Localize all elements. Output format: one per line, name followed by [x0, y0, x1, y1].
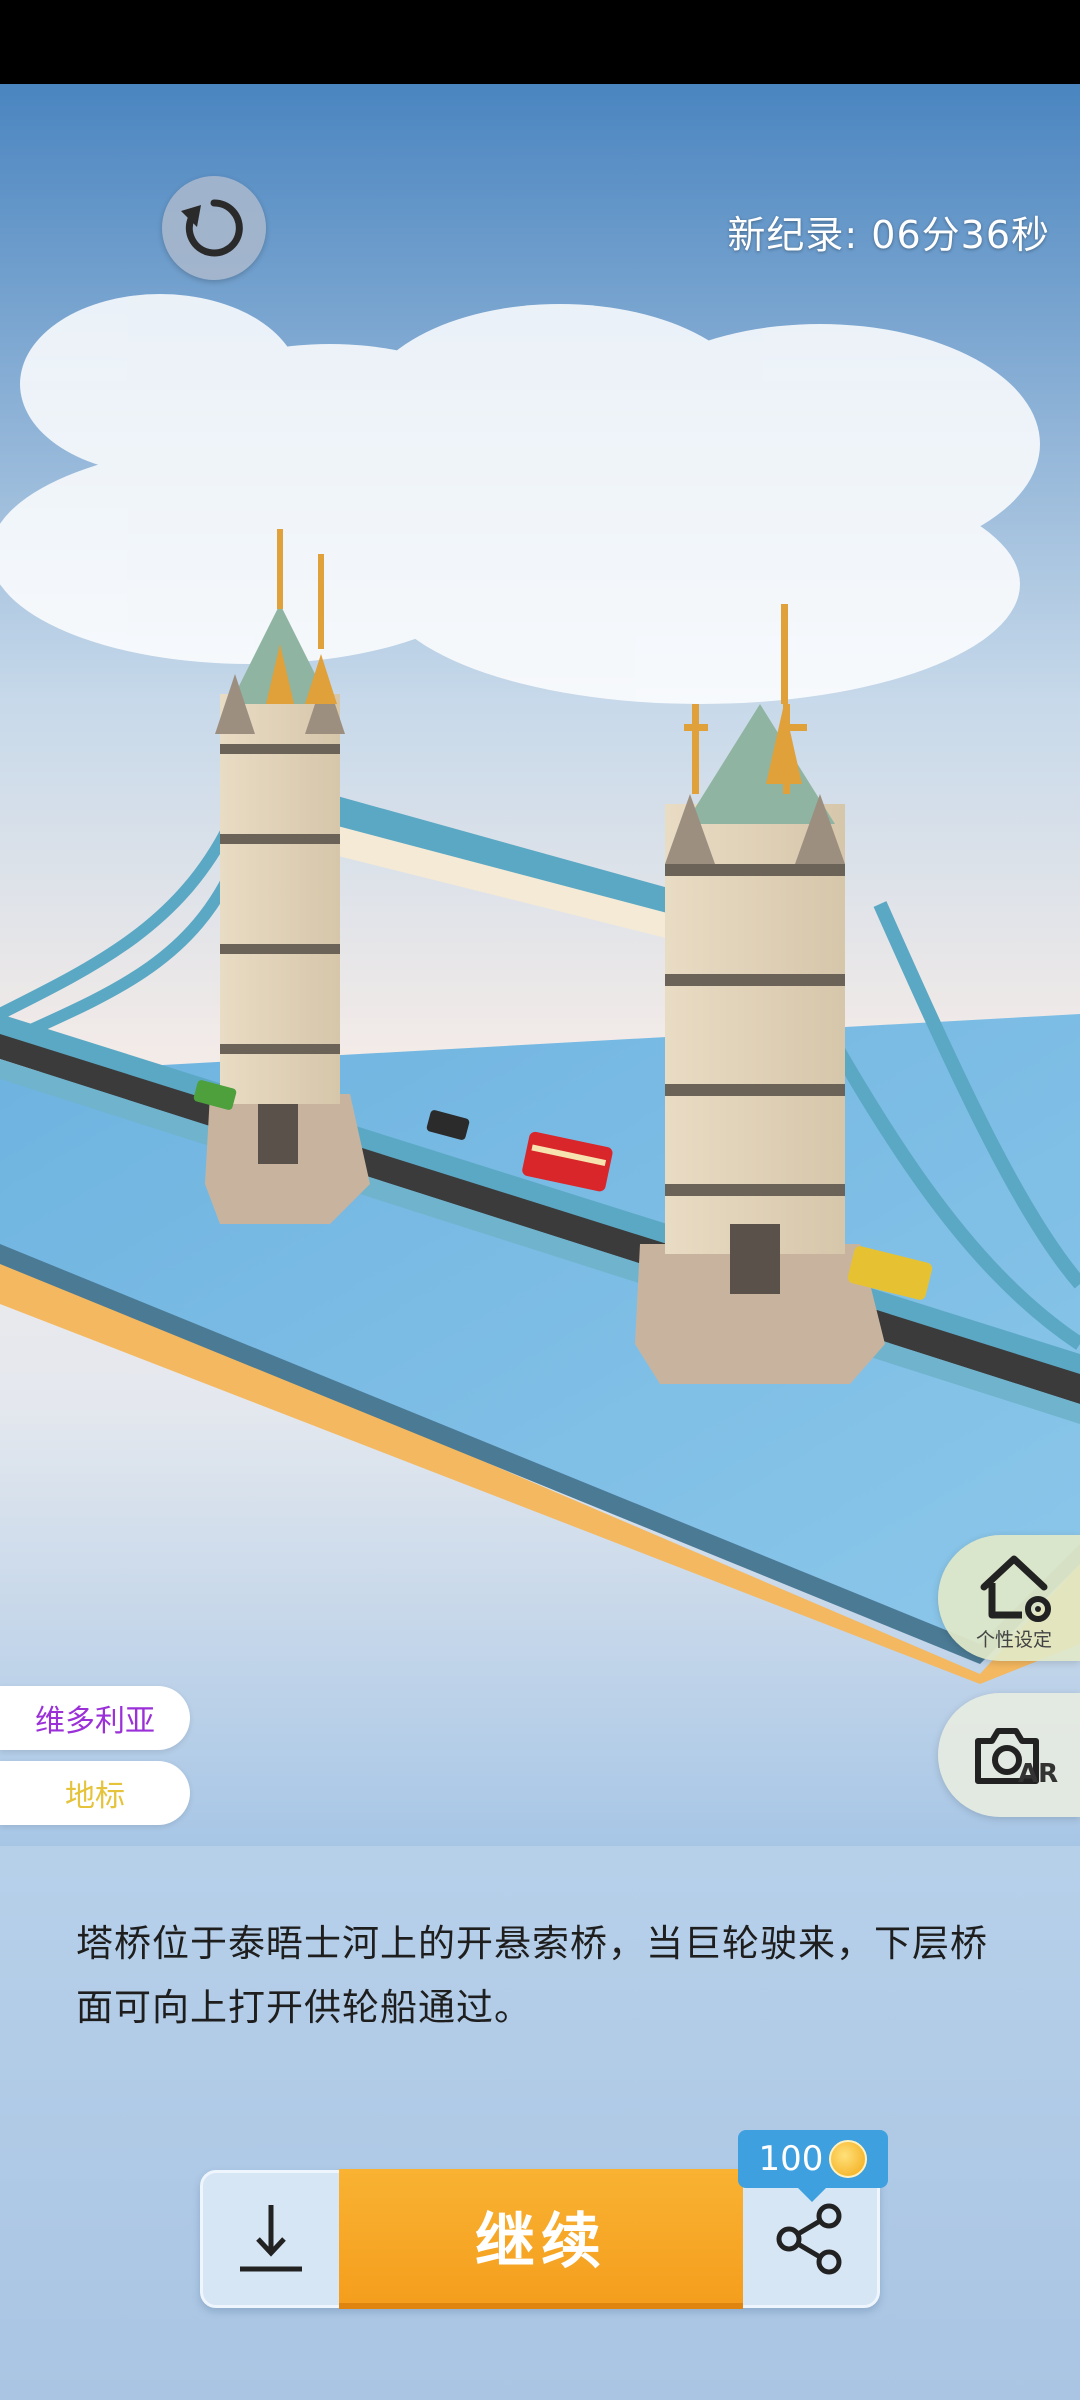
ar-label: AR	[1018, 1759, 1059, 1789]
continue-button[interactable]: 继续	[339, 2169, 743, 2309]
refresh-icon	[181, 199, 243, 257]
personal-settings-button[interactable]: 个性设定	[938, 1535, 1080, 1661]
game-scene[interactable]	[0, 84, 1080, 1846]
game-screen: 新纪录: 06分36秒 个性设定 AR 维多利亚 地标 塔桥位于泰晤士河上的开悬…	[0, 0, 1080, 2400]
share-reward-badge: 100	[738, 2130, 888, 2202]
download-button[interactable]	[203, 2173, 339, 2305]
personal-settings-label: 个性设定	[976, 1629, 1053, 1651]
tag-landmark[interactable]: 地标	[0, 1761, 190, 1825]
action-bar: 继续	[200, 2169, 880, 2309]
tag-victoria[interactable]: 维多利亚	[0, 1686, 190, 1750]
clouds	[0, 294, 1040, 704]
coin-icon	[829, 2140, 868, 2178]
share-icon	[776, 2203, 842, 2275]
reset-button[interactable]	[162, 176, 266, 280]
coin-amount: 100	[758, 2139, 824, 2179]
house-gear-icon	[980, 1555, 1051, 1622]
record-time: 新纪录: 06分36秒	[727, 213, 1050, 257]
download-icon	[240, 2205, 302, 2272]
ar-camera-button[interactable]: AR	[938, 1693, 1080, 1817]
status-bar	[0, 0, 1080, 84]
description-text: 塔桥位于泰晤士河上的开悬索桥，当巨轮驶来，下层桥面可向上打开供轮船通过。	[76, 1922, 988, 2029]
